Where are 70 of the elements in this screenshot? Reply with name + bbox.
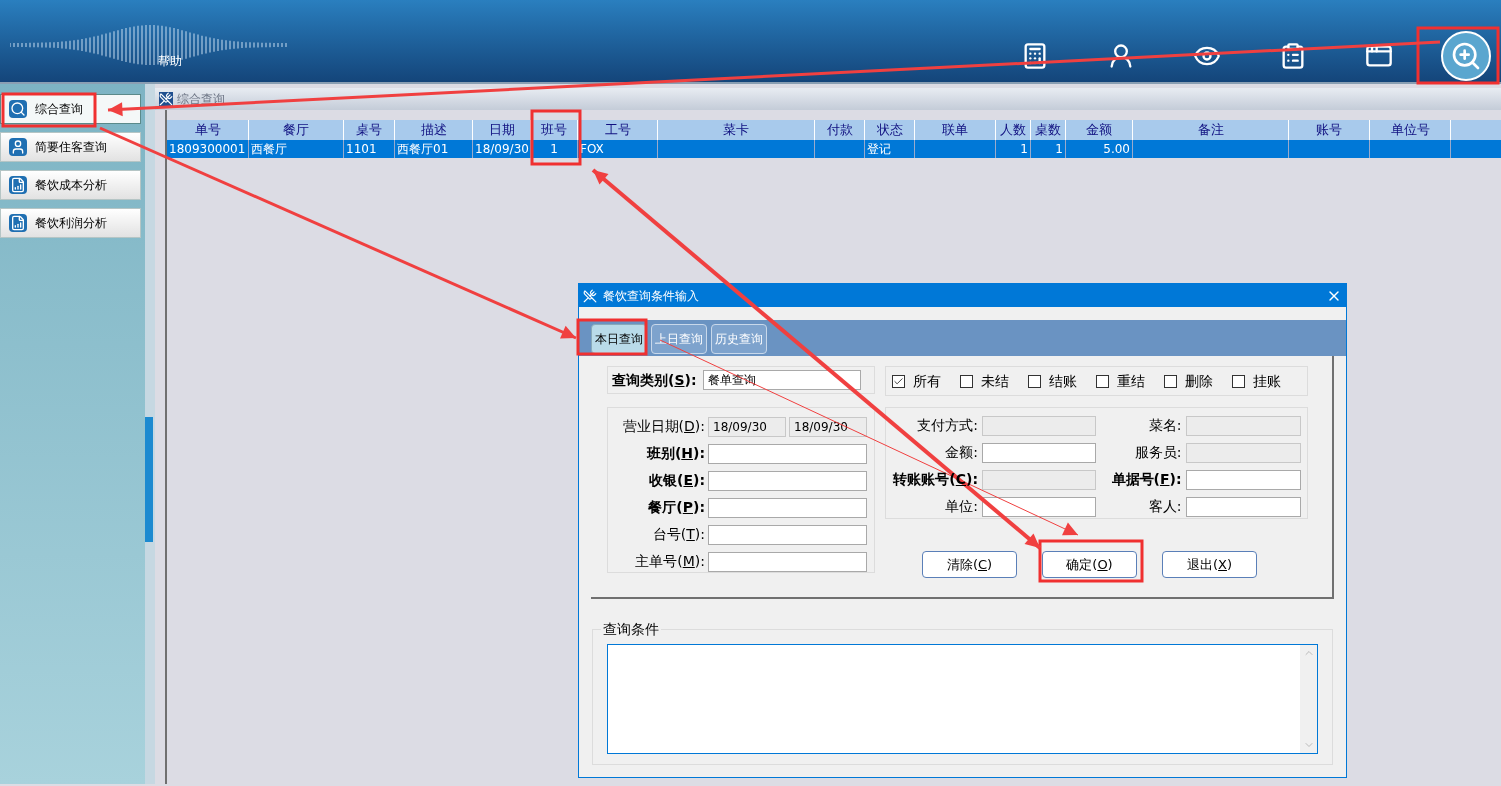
table-cell: 1809300001	[167, 140, 249, 158]
sidebar-item[interactable]: 简要住客查询	[0, 132, 141, 162]
input-field[interactable]	[708, 443, 867, 464]
table-cell: 1	[1031, 140, 1066, 158]
help-label[interactable]: 帮助	[158, 52, 182, 70]
input-field[interactable]	[708, 551, 867, 572]
table-row[interactable]: 1809300001 西餐厅 1101 西餐厅01 18/09/30 1 FOX 登记 1 1 5.00	[167, 140, 1501, 158]
status-checkbox[interactable]: 挂账	[1232, 370, 1281, 392]
checkbox[interactable]	[960, 374, 973, 388]
table-cell: 1101	[344, 140, 395, 158]
tab[interactable]: 本日查询	[591, 324, 647, 354]
input-field[interactable]	[708, 470, 867, 491]
input-field[interactable]	[982, 496, 1096, 517]
dialog-title: 餐饮查询条件输入	[603, 287, 699, 305]
status-checkbox[interactable]: 结账	[1028, 370, 1077, 392]
input-field[interactable]	[1185, 496, 1301, 517]
input-field[interactable]	[1185, 469, 1301, 490]
field-label: 客人:	[1148, 497, 1182, 516]
field-label: 查询类别(S):	[612, 370, 697, 390]
field-label: 服务员:	[1134, 443, 1182, 462]
table-cell: 西餐厅01	[395, 140, 473, 158]
conditions-text-area[interactable]	[607, 644, 1318, 754]
status-checkbox[interactable]: 删除	[1164, 370, 1213, 392]
table-cell: 登记	[865, 140, 915, 158]
table-cell: 5.00	[1066, 140, 1133, 158]
checkbox[interactable]	[1232, 374, 1245, 388]
checkbox[interactable]	[892, 374, 905, 388]
checkbox[interactable]	[1164, 374, 1177, 388]
field-label: 主单号(M):	[635, 552, 705, 571]
field-label: 单据号(F):	[1111, 470, 1182, 489]
panel-title: 综合查询	[177, 91, 225, 108]
scrollbar[interactable]	[1300, 645, 1317, 753]
report-icon	[9, 214, 27, 232]
field-label: 支付方式:	[917, 416, 978, 435]
table-cell: 1	[531, 140, 578, 158]
highlight-box	[530, 109, 582, 166]
checkbox[interactable]	[1096, 374, 1109, 388]
table-cell: 1	[996, 140, 1031, 158]
person-icon	[9, 138, 27, 156]
input-field[interactable]	[708, 524, 867, 545]
status-checkbox[interactable]: 重结	[1096, 370, 1145, 392]
field-label: 收银(E):	[649, 471, 705, 490]
table-cell: 18/09/30	[473, 140, 531, 158]
field-label: 营业日期(D):	[622, 417, 705, 436]
status-checkbox[interactable]: 未结	[960, 370, 1009, 392]
input-field[interactable]	[708, 497, 867, 518]
table-cell: 西餐厅	[249, 140, 344, 158]
sidebar-item[interactable]: 餐饮成本分析	[0, 170, 141, 200]
input-field[interactable]	[982, 442, 1096, 463]
report-icon	[9, 176, 27, 194]
search-icon	[9, 100, 27, 118]
dialog-button[interactable]: 清除(C)	[922, 551, 1017, 578]
table-cell: FOX	[578, 140, 658, 158]
field-label: 餐厅(P):	[648, 498, 705, 517]
zoom-in-icon[interactable]	[1441, 31, 1491, 81]
field-label: 菜名:	[1148, 416, 1182, 435]
field-label: 金额:	[945, 443, 978, 462]
dialog-button[interactable]: 退出(X)	[1162, 551, 1257, 578]
field-label: 班别(H):	[646, 444, 705, 463]
field-label: 单位:	[945, 497, 978, 516]
field-label: 台号(T):	[652, 525, 705, 544]
status-checkbox[interactable]: 所有	[892, 370, 941, 392]
highlight-box	[576, 318, 648, 356]
dialog-button[interactable]: 确定(O)	[1042, 551, 1137, 578]
splitter-handle[interactable]	[145, 416, 153, 542]
utensils-icon	[159, 92, 173, 106]
utensils-icon	[583, 288, 597, 303]
input-field[interactable]: 餐单查询	[702, 370, 861, 390]
sidebar-item[interactable]: 餐饮利润分析	[0, 208, 141, 238]
checkbox[interactable]	[1028, 374, 1041, 388]
